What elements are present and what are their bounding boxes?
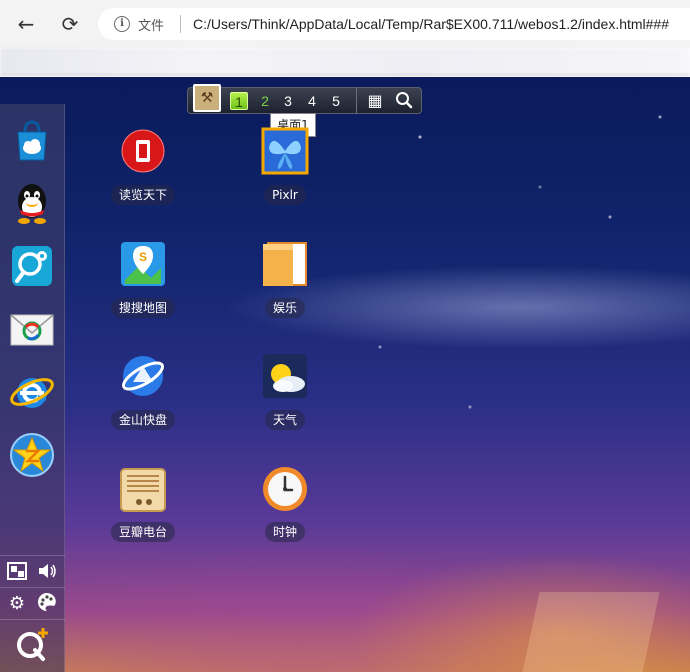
dock-separator xyxy=(0,555,65,556)
ie-browser-icon[interactable] xyxy=(8,368,56,416)
left-dock: ⚙ xyxy=(0,104,65,672)
address-bar[interactable]: i 文件 C:/Users/Think/AppData/Local/Temp/R… xyxy=(98,8,690,40)
desktop-icon-label[interactable]: 搜搜地图 xyxy=(110,298,176,318)
qq-icon[interactable] xyxy=(8,179,56,227)
kuaipan-cloud-icon[interactable] xyxy=(119,352,167,400)
qzone-star-icon[interactable] xyxy=(8,431,56,479)
search-map-desktop-icon[interactable]: S xyxy=(119,240,167,288)
weather-icon[interactable] xyxy=(261,352,309,400)
back-arrow-icon[interactable]: ← xyxy=(12,10,40,38)
browser-toolbar: ← ⟳ i 文件 C:/Users/Think/AppData/Local/Te… xyxy=(0,0,690,48)
pip-window-icon[interactable] xyxy=(4,560,30,586)
webos-desktop[interactable]: ⚙ ⚒ 1 2 3 4 5 ▦ 桌面1 读览天下 S 搜搜地图 金山快盘 豆瓣电… xyxy=(0,77,690,672)
palette-icon[interactable] xyxy=(34,591,60,617)
pixlr-icon[interactable] xyxy=(261,127,309,175)
reload-icon[interactable]: ⟳ xyxy=(56,10,84,38)
wallpaper-shape xyxy=(520,592,660,672)
search-icon[interactable] xyxy=(394,91,414,111)
desktop-tab-3[interactable]: 3 xyxy=(279,92,297,110)
switcher-divider xyxy=(356,88,357,113)
mail-icon[interactable] xyxy=(8,305,56,353)
svg-text:S: S xyxy=(139,250,147,264)
blurred-bookmarks-bar xyxy=(0,48,690,76)
avatar[interactable]: ⚒ xyxy=(193,84,221,112)
file-label: 文件 xyxy=(138,18,165,34)
reading-app-icon[interactable] xyxy=(119,127,167,175)
desktop-icon-label[interactable]: Pixlr xyxy=(264,185,306,205)
radio-icon[interactable] xyxy=(119,465,167,513)
dock-separator xyxy=(0,619,65,620)
desktop-icon-label[interactable]: 娱乐 xyxy=(264,298,306,318)
desktop-icon-label[interactable]: 时钟 xyxy=(264,522,306,542)
desktop-switcher: ⚒ 1 2 3 4 5 ▦ xyxy=(187,84,422,114)
desktop-tab-5[interactable]: 5 xyxy=(327,92,345,110)
desktop-tab-2[interactable]: 2 xyxy=(256,92,274,110)
desktop-icon-label[interactable]: 金山快盘 xyxy=(110,410,176,430)
volume-icon[interactable] xyxy=(34,560,60,586)
clock-icon[interactable] xyxy=(261,465,309,513)
qplus-logo-icon[interactable] xyxy=(14,626,50,662)
desktop-icon-label[interactable]: 读览天下 xyxy=(110,185,176,205)
info-icon[interactable]: i xyxy=(114,16,130,32)
desktop-tab-1[interactable]: 1 xyxy=(230,92,248,110)
url-text[interactable]: C:/Users/Think/AppData/Local/Temp/Rar$EX… xyxy=(193,16,669,32)
gear-icon[interactable]: ⚙ xyxy=(4,591,30,617)
dock-separator xyxy=(0,587,65,588)
folder-icon[interactable] xyxy=(261,240,309,288)
desktop-icon-label[interactable]: 天气 xyxy=(264,410,306,430)
search-map-icon[interactable] xyxy=(8,242,56,290)
desktop-tab-4[interactable]: 4 xyxy=(303,92,321,110)
app-store-icon[interactable] xyxy=(8,116,56,164)
address-separator xyxy=(180,15,182,33)
desktop-icon-label[interactable]: 豆瓣电台 xyxy=(110,522,176,542)
wallpaper-stars xyxy=(0,77,690,672)
grid-view-icon[interactable]: ▦ xyxy=(365,91,385,111)
